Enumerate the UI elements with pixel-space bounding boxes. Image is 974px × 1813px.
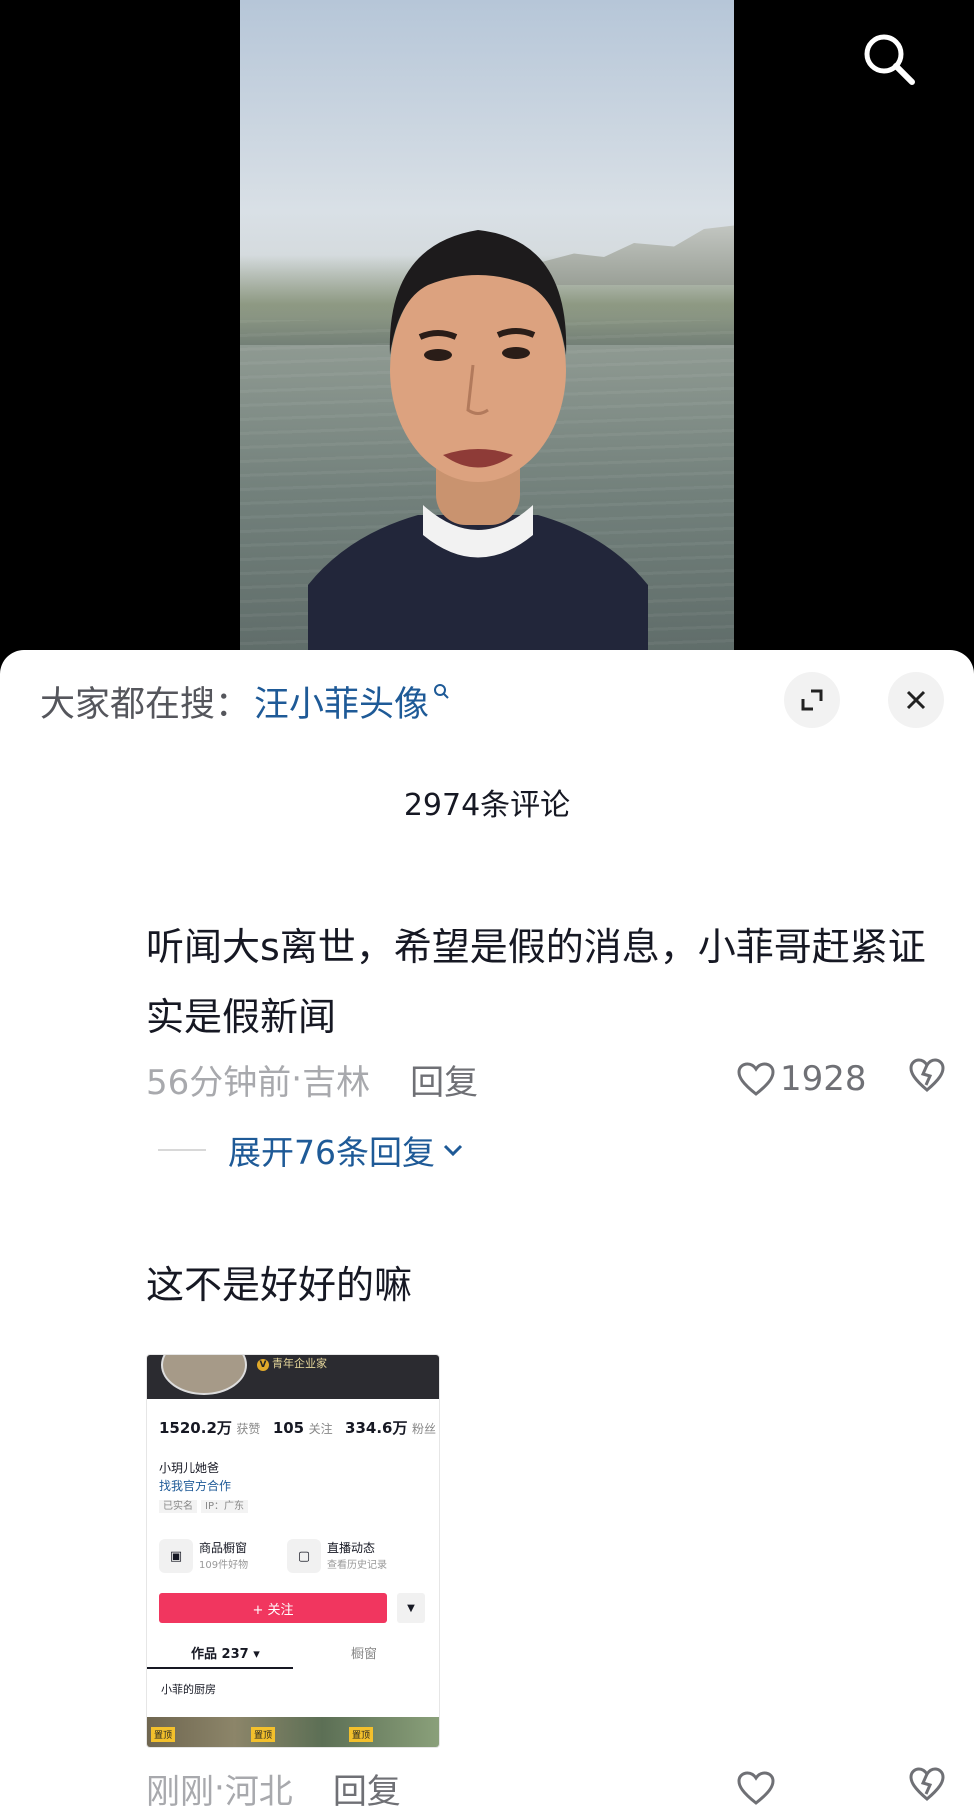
reply-button[interactable]: 回复	[333, 1764, 401, 1813]
comment-image[interactable]: V 青年企业家 1520.2万 获赞 105 关注 334.6万 粉丝 小玥儿她爸…	[146, 1354, 440, 1748]
comment-text: 这不是好好的嘛	[146, 1263, 413, 1307]
comment-count: 2974条评论	[403, 788, 571, 823]
search-mini-icon	[434, 684, 449, 699]
tab-window: 橱窗	[351, 1647, 378, 1662]
speaker-figure	[308, 230, 648, 660]
expand-replies-label: 展开76条回复	[228, 1133, 435, 1172]
close-icon	[906, 690, 926, 710]
expand-button[interactable]	[784, 672, 840, 728]
follow-button: + 关注	[159, 1593, 387, 1623]
dislike-button[interactable]	[908, 1057, 946, 1102]
like-button[interactable]: 1928	[736, 1059, 867, 1099]
trending-search-prefix: 大家都在搜：	[40, 684, 251, 725]
comment-meta: 56分钟前 · 吉林 回复 1928	[146, 1054, 946, 1104]
heart-icon	[737, 1062, 775, 1096]
video-thumbnails: 置顶 置顶 置顶	[147, 1717, 439, 1747]
comment-item[interactable]: 听闻大s离世，希望是假的消息，小菲哥赶紧证实是假新闻 56分钟前 · 吉林 回复…	[146, 912, 946, 1104]
profile-header: V 青年企业家	[147, 1355, 439, 1399]
pin-badge: 置顶	[349, 1727, 374, 1742]
expand-icon	[801, 689, 823, 711]
reply-button[interactable]: 回复	[410, 1055, 478, 1104]
profile-body: 1520.2万 获赞 105 关注 334.6万 粉丝 小玥儿她爸 找我官方合作…	[147, 1399, 439, 1747]
profile-link: 找我官方合作	[159, 1479, 232, 1493]
expand-replies-button[interactable]: 展开76条回复	[158, 1126, 465, 1174]
shop-window-card: ▣ 商品橱窗 109件好物	[159, 1539, 248, 1573]
tab-underline	[147, 1667, 293, 1669]
like-group: 1928	[736, 1054, 946, 1104]
comment-text: 听闻大s离世，希望是假的消息，小菲哥赶紧证实是假新闻	[146, 925, 926, 1039]
collection-label: 小菲的厨房	[161, 1683, 216, 1696]
comment-time: 刚刚	[146, 1771, 214, 1812]
comment-location: 吉林	[302, 1062, 371, 1103]
search-icon[interactable]	[860, 30, 920, 90]
meta-separator: ·	[214, 1768, 225, 1808]
comment-item[interactable]: 这不是好好的嘛	[146, 1250, 946, 1320]
comment-time: 56分钟前	[146, 1062, 292, 1103]
profile-tags: 已实名 IP：广东	[159, 1497, 252, 1513]
profile-tabs: 作品 237 ▾ 橱窗	[147, 1635, 439, 1669]
comment-location: 河北	[224, 1771, 293, 1812]
profile-name: 小玥儿她爸	[159, 1461, 220, 1475]
broken-heart-icon	[909, 1057, 945, 1092]
like-group	[736, 1763, 946, 1813]
video-frame	[240, 0, 734, 660]
live-card: ▢ 直播动态 查看历史记录	[287, 1539, 387, 1573]
dislike-button[interactable]	[908, 1766, 946, 1811]
comment-meta: 刚刚 · 河北 回复	[146, 1763, 946, 1813]
verified-badge: V 青年企业家	[257, 1355, 327, 1371]
close-button[interactable]	[888, 672, 944, 728]
pin-badge: 置顶	[151, 1727, 176, 1742]
trending-search-bar[interactable]: 大家都在搜： 汪小菲头像	[40, 676, 451, 726]
dropdown-icon: ▼	[397, 1593, 425, 1623]
pin-badge: 置顶	[251, 1727, 276, 1742]
trending-search-term[interactable]: 汪小菲头像	[254, 676, 429, 727]
broken-heart-icon	[909, 1766, 945, 1801]
chevron-down-icon	[443, 1144, 463, 1157]
bag-icon: ▣	[159, 1539, 193, 1573]
video-player[interactable]	[0, 0, 974, 660]
comment-sheet: 大家都在搜： 汪小菲头像 2974条评论 听闻大s离世，希望是假的消息，小菲哥赶…	[0, 650, 974, 1813]
tab-works: 作品 237 ▾	[191, 1647, 260, 1662]
avatar	[161, 1355, 247, 1395]
comment-meta-block: 刚刚 · 河北 回复	[146, 1763, 946, 1813]
profile-stats: 1520.2万 获赞 105 关注 334.6万 粉丝	[159, 1419, 436, 1437]
meta-separator: ·	[291, 1059, 303, 1099]
like-button[interactable]	[736, 1770, 862, 1806]
heart-icon	[737, 1771, 775, 1805]
tv-icon: ▢	[287, 1539, 321, 1573]
expand-line	[158, 1149, 206, 1151]
like-count: 1928	[780, 1059, 867, 1099]
